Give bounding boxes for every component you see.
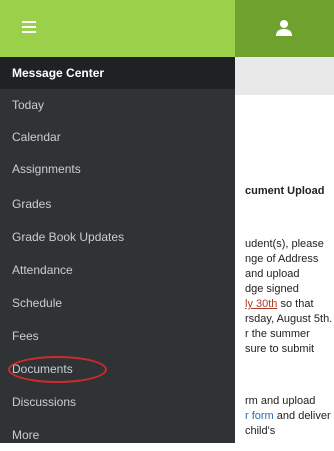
content-line: rsday, August 5th.: [245, 313, 333, 325]
content-line: udent(s), please: [245, 238, 324, 250]
nav-item-more[interactable]: More: [0, 419, 235, 451]
content-line-with-link: ly 30th so that: [245, 298, 314, 310]
nav-item-message-center[interactable]: Message Center: [0, 57, 235, 89]
nav-item-today[interactable]: Today: [0, 89, 235, 121]
form-link[interactable]: r form: [245, 410, 274, 422]
content-line-text: so that: [277, 298, 314, 310]
hamburger-menu-icon[interactable]: [22, 21, 36, 33]
nav-item-schedule[interactable]: Schedule: [0, 287, 235, 319]
navigation-drawer: Message Center Today Calendar Assignment…: [0, 57, 235, 443]
drawer-header: [0, 0, 235, 57]
nav-item-documents[interactable]: Documents: [0, 353, 235, 385]
nav-item-grade-book-updates[interactable]: Grade Book Updates: [0, 221, 235, 253]
content-line: child's: [245, 425, 276, 437]
content-line-with-link: r form and deliver: [245, 410, 331, 422]
nav-item-attendance[interactable]: Attendance: [0, 254, 235, 286]
content-line: and upload: [245, 268, 300, 280]
content-line: dge signed: [245, 283, 299, 295]
nav-item-grades[interactable]: Grades: [0, 188, 235, 220]
content-heading: cument Upload: [245, 185, 325, 197]
deadline-link[interactable]: ly 30th: [245, 298, 277, 310]
content-line: sure to submit: [245, 343, 315, 355]
content-line: rm and upload: [245, 395, 316, 407]
user-icon[interactable]: [274, 18, 294, 38]
nav-item-discussions[interactable]: Discussions: [0, 386, 235, 418]
nav-item-fees[interactable]: Fees: [0, 320, 235, 352]
nav-item-calendar[interactable]: Calendar: [0, 121, 235, 153]
content-line: r the summer: [245, 328, 310, 340]
nav-item-assignments[interactable]: Assignments: [0, 153, 235, 185]
content-line: nge of Address: [245, 253, 319, 265]
page-subheader: [235, 57, 334, 96]
top-app-bar: [0, 0, 334, 57]
content-line-text: and deliver: [273, 410, 331, 422]
page-content: cument Upload udent(s), please nge of Ad…: [235, 95, 334, 443]
